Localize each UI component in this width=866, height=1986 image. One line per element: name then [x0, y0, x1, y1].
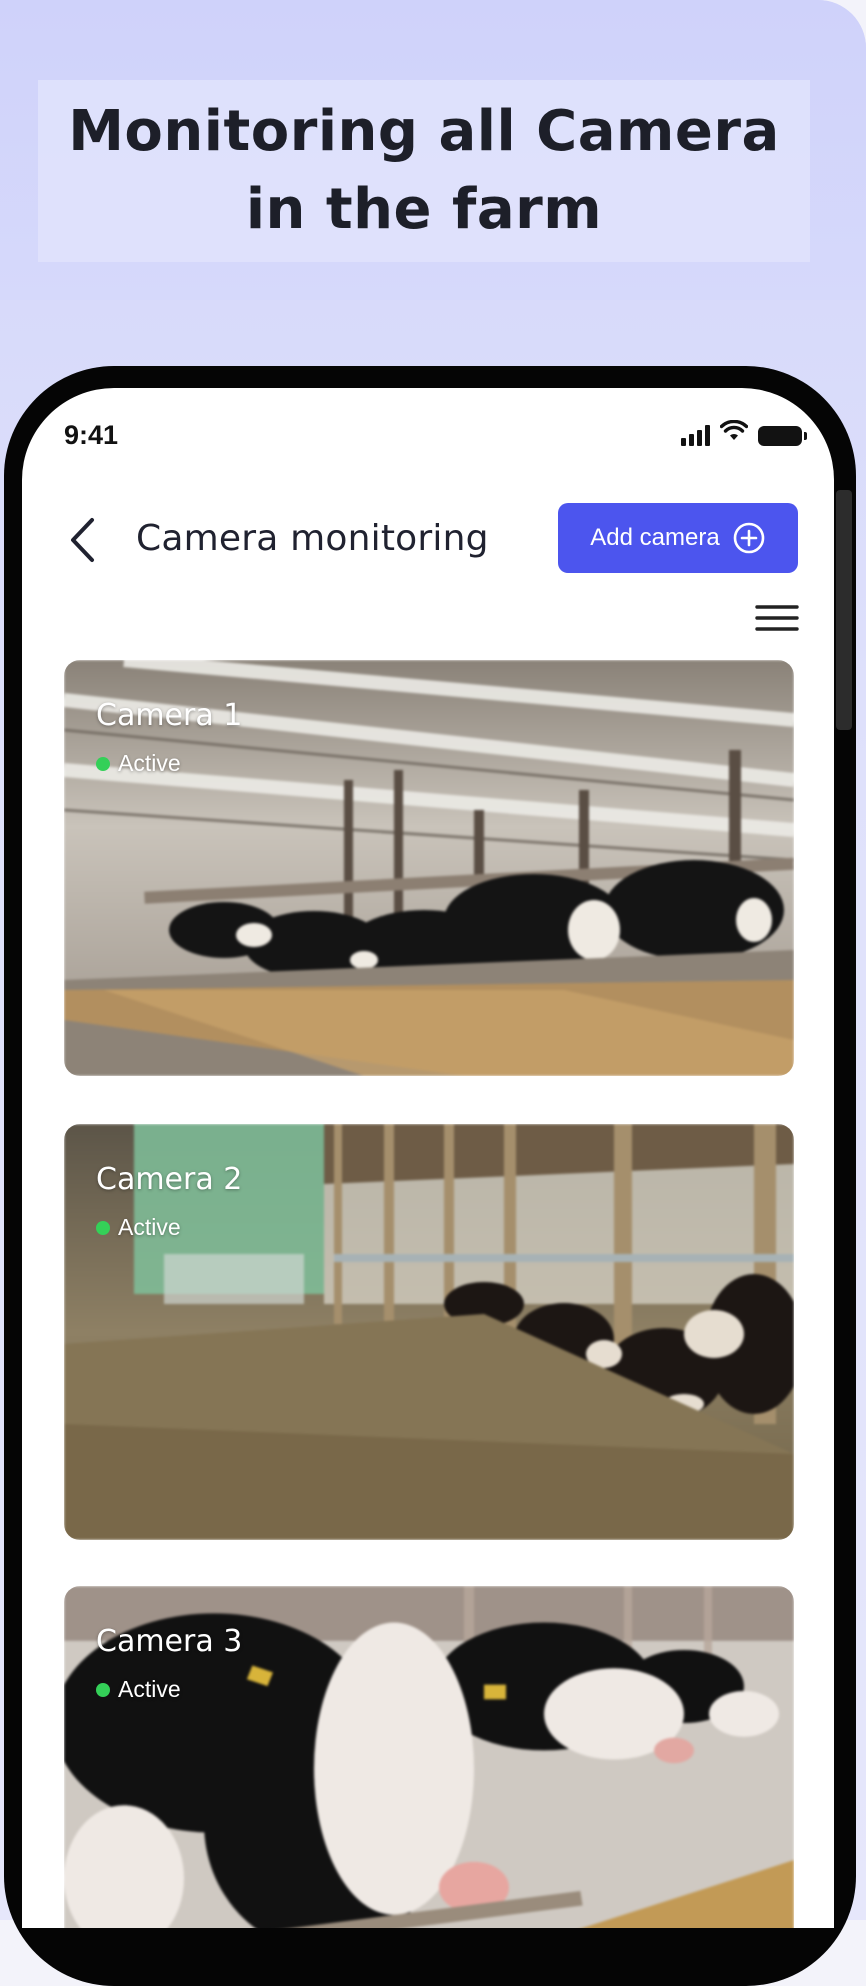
camera-2-status: Active [96, 1214, 181, 1241]
page-title: Camera monitoring [136, 518, 489, 559]
camera-2-status-label: Active [118, 1214, 181, 1240]
chevron-left-icon [71, 518, 94, 562]
add-camera-button[interactable]: Add camera [558, 503, 798, 573]
phone-screen: 9:41 Camera monitoring Add camera Camera… [22, 388, 834, 1928]
status-bar: 9:41 [22, 388, 834, 468]
camera-2-name: Camera 2 [96, 1162, 243, 1197]
hero-band: Monitoring all Camera in the farm [0, 0, 866, 300]
hero-headline-line2: in the farm [245, 177, 603, 242]
plus-circle-icon [733, 522, 765, 554]
status-dot [96, 1682, 110, 1697]
wifi-icon [719, 419, 749, 446]
back-button[interactable] [62, 510, 102, 570]
camera-3-name: Camera 3 [96, 1624, 243, 1659]
status-icons [681, 419, 807, 446]
hero-headline-box: Monitoring all Camera in the farm [38, 80, 810, 262]
hero-headline: Monitoring all Camera in the farm [68, 93, 780, 249]
camera-3-status: Active [96, 1676, 181, 1703]
camera-1-status: Active [96, 750, 181, 777]
signal-icon [681, 424, 710, 446]
add-camera-label: Add camera [590, 524, 720, 551]
camera-1-status-label: Active [118, 750, 181, 776]
hero-headline-line1: Monitoring all Camera [68, 99, 780, 164]
battery-icon [758, 426, 807, 446]
camera-1-name: Camera 1 [96, 698, 243, 733]
camera-3-status-label: Active [118, 1676, 181, 1702]
status-dot [96, 756, 110, 771]
camera-card-2[interactable]: Camera 2 Active [64, 1124, 794, 1540]
phone-side-button [836, 490, 852, 730]
camera-card-1[interactable]: Camera 1 Active [64, 660, 794, 1076]
status-dot [96, 1220, 110, 1235]
hamburger-menu-icon [755, 605, 799, 631]
camera-card-3[interactable]: Camera 3 Active [64, 1586, 794, 1928]
menu-button[interactable] [752, 598, 802, 638]
status-time: 9:41 [64, 420, 119, 450]
